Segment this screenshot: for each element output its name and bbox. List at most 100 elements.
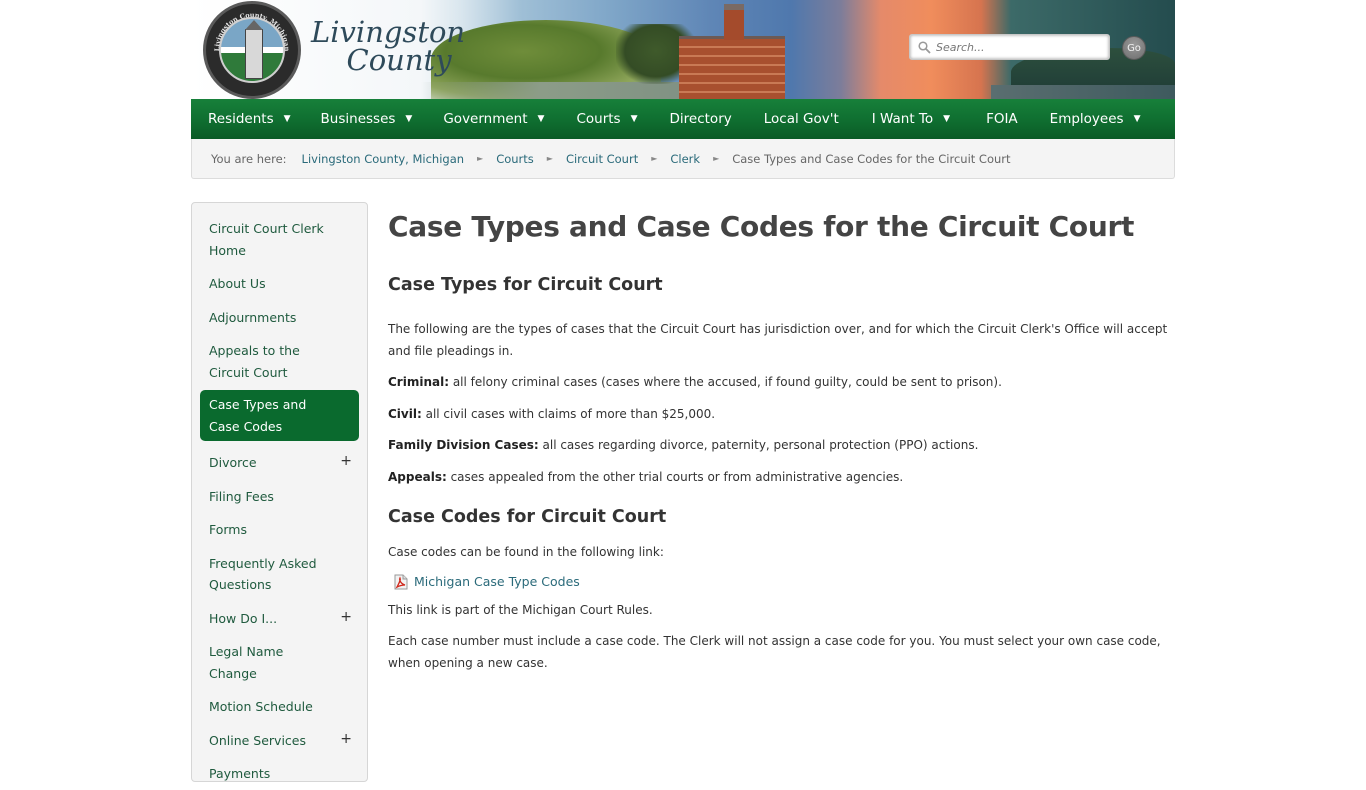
sidebar-item-label: Appeals to the Circuit Court xyxy=(209,343,300,380)
caret-down-icon: ▼ xyxy=(943,114,951,124)
case-type-criminal: Criminal: all felony criminal cases (cas… xyxy=(388,372,1178,394)
nav-government[interactable]: Government ▼ xyxy=(443,99,544,139)
clocktower-icon xyxy=(245,20,263,79)
sidebar-item-label: Payments xyxy=(209,766,271,781)
description: all felony criminal cases (cases where t… xyxy=(449,375,1002,389)
page-title: Case Types and Case Codes for the Circui… xyxy=(388,210,1135,243)
seal-clocktower-image xyxy=(219,17,285,83)
caret-down-icon: ▼ xyxy=(405,114,413,124)
term: Civil: xyxy=(388,406,422,421)
breadcrumb: You are here: Livingston County, Michiga… xyxy=(191,139,1175,179)
site-logo-text[interactable]: Livingston County xyxy=(311,18,465,77)
nav-businesses[interactable]: Businesses ▼ xyxy=(321,99,413,139)
nav-employees[interactable]: Employees ▼ xyxy=(1050,99,1141,139)
sidebar-item-legal-name-change[interactable]: Legal Name Change xyxy=(200,634,359,689)
main-nav: Residents ▼ Businesses ▼ Government ▼ Co… xyxy=(191,99,1175,139)
breadcrumb-link-circuit-court[interactable]: Circuit Court xyxy=(566,152,638,166)
search-go-button[interactable]: Go xyxy=(1122,36,1146,60)
pdf-icon xyxy=(394,574,408,589)
caret-down-icon: ▼ xyxy=(283,114,291,124)
breadcrumb-link-courts[interactable]: Courts xyxy=(496,152,534,166)
term: Family Division Cases: xyxy=(388,438,539,452)
section-heading-case-codes: Case Codes for Circuit Court xyxy=(388,507,667,527)
sidebar-item-label: Motion Schedule xyxy=(209,699,313,714)
search-input[interactable] xyxy=(936,40,1096,54)
nav-i-want-to[interactable]: I Want To ▼ xyxy=(872,99,950,139)
expand-plus-icon[interactable]: + xyxy=(340,729,352,751)
main-content: Case Types and Case Codes for the Circui… xyxy=(388,203,1178,674)
sidebar-item-filing-fees[interactable]: Filing Fees xyxy=(200,479,359,513)
banner-lake xyxy=(991,85,1175,99)
breadcrumb-separator-icon: ► xyxy=(477,154,484,163)
sidebar-item-appeals[interactable]: Appeals to the Circuit Court xyxy=(200,333,359,388)
nav-label: FOIA xyxy=(986,111,1018,127)
description: all civil cases with claims of more than… xyxy=(421,406,716,421)
nav-label: I Want To xyxy=(871,111,934,127)
nav-label: Residents xyxy=(208,111,274,127)
sidebar-item-label: Case Types and Case Codes xyxy=(209,397,307,434)
sidebar-item-label: Adjournments xyxy=(209,309,297,325)
logo-line-2: County xyxy=(346,43,452,77)
description: cases appealed from the other trial cour… xyxy=(446,469,904,484)
breadcrumb-separator-icon: ► xyxy=(651,154,658,163)
nav-label: Businesses xyxy=(320,111,396,127)
sidebar-item-about-us[interactable]: About Us xyxy=(200,266,359,300)
pdf-link-row: Michigan Case Type Codes xyxy=(388,574,1178,590)
sidebar-item-motion-schedule[interactable]: Motion Schedule xyxy=(200,689,359,723)
breadcrumb-link-county[interactable]: Livingston County, Michigan xyxy=(302,152,465,166)
banner-courthouse xyxy=(679,36,785,99)
sidebar-item-label: Filing Fees xyxy=(209,488,274,504)
nav-directory[interactable]: Directory xyxy=(670,99,732,139)
sidebar-item-label: Circuit Court Clerk Home xyxy=(209,221,324,258)
nav-residents[interactable]: Residents ▼ xyxy=(208,99,291,139)
sidebar-item-how-do-i[interactable]: How Do I... + xyxy=(200,601,359,635)
caret-down-icon: ▼ xyxy=(537,114,545,124)
sidebar-nav: Circuit Court Clerk Home About Us Adjour… xyxy=(191,202,368,782)
case-type-civil: Civil: all civil cases with claims of mo… xyxy=(388,404,1178,426)
case-codes-intro: Case codes can be found in the following… xyxy=(388,545,664,559)
expand-plus-icon[interactable]: + xyxy=(340,607,352,629)
case-code-closing: Each case number must include a case cod… xyxy=(388,634,1161,670)
nav-label: Local Gov't xyxy=(763,111,839,127)
case-types-intro: The following are the types of cases tha… xyxy=(388,322,1168,358)
sidebar-item-online-services[interactable]: Online Services + xyxy=(200,723,359,757)
sidebar-item-clerk-home[interactable]: Circuit Court Clerk Home xyxy=(200,211,359,266)
sidebar-item-divorce[interactable]: Divorce + xyxy=(200,445,359,479)
nav-label: Directory xyxy=(669,111,732,127)
case-type-family: Family Division Cases: all cases regardi… xyxy=(388,435,1178,457)
michigan-case-type-codes-link[interactable]: Michigan Case Type Codes xyxy=(414,574,580,589)
search-icon xyxy=(918,40,931,54)
nav-label: Courts xyxy=(576,111,621,127)
sidebar-item-case-types[interactable]: Case Types and Case Codes xyxy=(200,390,359,441)
sidebar-item-label: How Do I... xyxy=(209,610,278,626)
breadcrumb-separator-icon: ► xyxy=(546,154,553,163)
county-seal-logo[interactable]: Livingston County, Michigan Organized in… xyxy=(203,1,301,99)
section-heading-case-types: Case Types for Circuit Court xyxy=(388,275,663,295)
breadcrumb-current: Case Types and Case Codes for the Circui… xyxy=(732,151,1011,166)
search-box xyxy=(909,34,1110,60)
sidebar-item-label: Forms xyxy=(209,522,248,537)
caret-down-icon: ▼ xyxy=(630,114,638,124)
nav-local-govt[interactable]: Local Gov't xyxy=(764,99,839,139)
sidebar-item-payments[interactable]: Payments xyxy=(200,756,359,790)
header-banner: Livingston County, Michigan Organized in… xyxy=(191,0,1175,99)
case-type-appeals: Appeals: cases appealed from the other t… xyxy=(388,467,1178,489)
term: Appeals: xyxy=(388,469,447,484)
sidebar-item-forms[interactable]: Forms xyxy=(200,512,359,546)
sidebar-item-label: Online Services xyxy=(209,732,307,748)
nav-label: Government xyxy=(443,111,528,127)
banner-courthouse-tower xyxy=(724,4,744,40)
sidebar-item-faq[interactable]: Frequently Asked Questions xyxy=(200,546,359,601)
court-rules-note: This link is part of the Michigan Court … xyxy=(388,602,653,617)
nav-foia[interactable]: FOIA xyxy=(986,99,1018,139)
term: Criminal: xyxy=(388,375,450,389)
description: all cases regarding divorce, paternity, … xyxy=(538,438,979,452)
breadcrumb-link-clerk[interactable]: Clerk xyxy=(670,152,700,166)
breadcrumb-label: You are here: xyxy=(211,151,287,166)
expand-plus-icon[interactable]: + xyxy=(340,451,352,473)
nav-label: Employees xyxy=(1049,111,1124,127)
nav-courts[interactable]: Courts ▼ xyxy=(576,99,637,139)
banner-river xyxy=(421,82,721,99)
sidebar-item-label: Divorce xyxy=(209,455,257,470)
sidebar-item-adjournments[interactable]: Adjournments xyxy=(200,300,359,334)
